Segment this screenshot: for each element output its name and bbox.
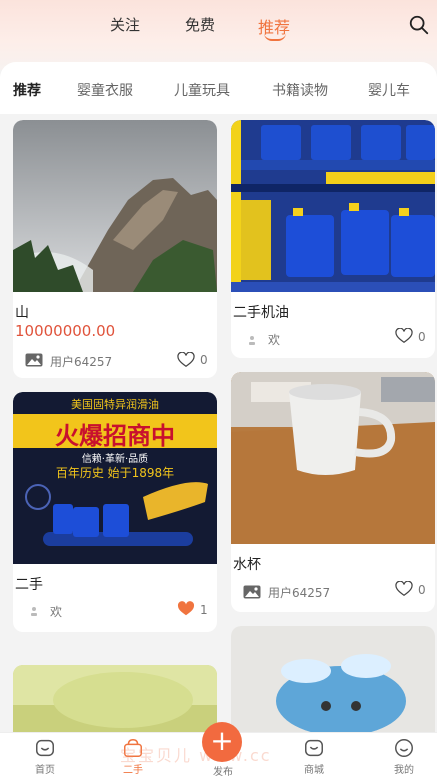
ad-line-3: 信赖·革新·品质	[81, 454, 149, 465]
category-baby-clothes[interactable]: 婴童衣服	[77, 80, 133, 100]
nav-mine[interactable]: 我的	[384, 737, 424, 776]
product-title: 二手机油	[233, 305, 289, 321]
ad-line-4: 百年历史 始于1898年	[55, 466, 175, 480]
product-card-partial-right[interactable]	[231, 626, 435, 746]
user-name: 用户64257	[268, 586, 331, 600]
category-stroller[interactable]: 婴儿车	[368, 80, 410, 100]
smile-icon	[395, 739, 413, 757]
ad-line-2: 火爆招商中	[55, 422, 175, 450]
product-image-toy	[231, 626, 435, 746]
user-name: 欢	[268, 333, 281, 347]
publish-button[interactable]: +	[202, 722, 242, 762]
tab-free[interactable]: 免费	[185, 14, 215, 35]
tab-follow[interactable]: 关注	[110, 14, 140, 35]
nav-label: 我的	[394, 765, 414, 776]
product-card-mountain[interactable]: 山 10000000.00 用户64257 0	[13, 120, 217, 378]
home-icon	[36, 739, 54, 757]
product-image-cup	[231, 372, 435, 544]
category-kids-toys[interactable]: 儿童玩具	[174, 80, 230, 100]
category-recommend[interactable]: 推荐	[13, 80, 41, 100]
image-icon	[25, 353, 43, 367]
image-icon	[243, 585, 261, 599]
product-card-cup[interactable]: 水杯 用户64257 0	[231, 372, 435, 612]
nav-label: 商城	[304, 765, 324, 776]
user-name: 用户64257	[50, 355, 113, 369]
product-price: 10000000.00	[15, 322, 116, 340]
user-placeholder-icon	[249, 336, 255, 345]
top-header: 关注 免费 推荐	[0, 0, 437, 70]
product-image-ad: 美国固特异润滑油 火爆招商中 信赖·革新·品质 百年历史 始于1898年	[13, 392, 217, 564]
user-placeholder-icon	[31, 607, 37, 616]
product-title: 山	[15, 305, 29, 321]
mall-icon	[305, 739, 323, 757]
product-card-ad[interactable]: 美国固特异润滑油 火爆招商中 信赖·革新·品质 百年历史 始于1898年 二手 …	[13, 392, 217, 632]
like-count: 1	[200, 603, 208, 617]
nav-mall[interactable]: 商城	[294, 737, 334, 776]
like-count: 0	[200, 353, 208, 367]
product-image-oil	[231, 120, 435, 292]
heart-icon[interactable]	[395, 328, 413, 344]
nav-home[interactable]: 首页	[25, 737, 65, 776]
heart-icon[interactable]	[177, 352, 195, 368]
like-count: 0	[418, 330, 426, 344]
active-tab-indicator	[264, 33, 286, 41]
product-title: 水杯	[233, 557, 261, 573]
heart-icon[interactable]	[395, 581, 413, 597]
user-name: 欢	[50, 605, 63, 619]
category-bar: 推荐 婴童衣服 儿童玩具 书籍读物 婴儿车	[0, 62, 437, 114]
product-image-mountain	[13, 120, 217, 292]
product-title: 二手	[15, 577, 43, 593]
watermark: 宝宝贝儿 www.cc	[120, 746, 272, 765]
heart-filled-icon[interactable]	[177, 601, 195, 617]
nav-label: 首页	[35, 765, 55, 776]
search-icon[interactable]	[408, 14, 430, 36]
ad-line-1: 美国固特异润滑油	[71, 398, 159, 411]
category-books[interactable]: 书籍读物	[272, 80, 328, 100]
like-count: 0	[418, 583, 426, 597]
product-card-oil[interactable]: 二手机油 欢 0	[231, 120, 435, 358]
